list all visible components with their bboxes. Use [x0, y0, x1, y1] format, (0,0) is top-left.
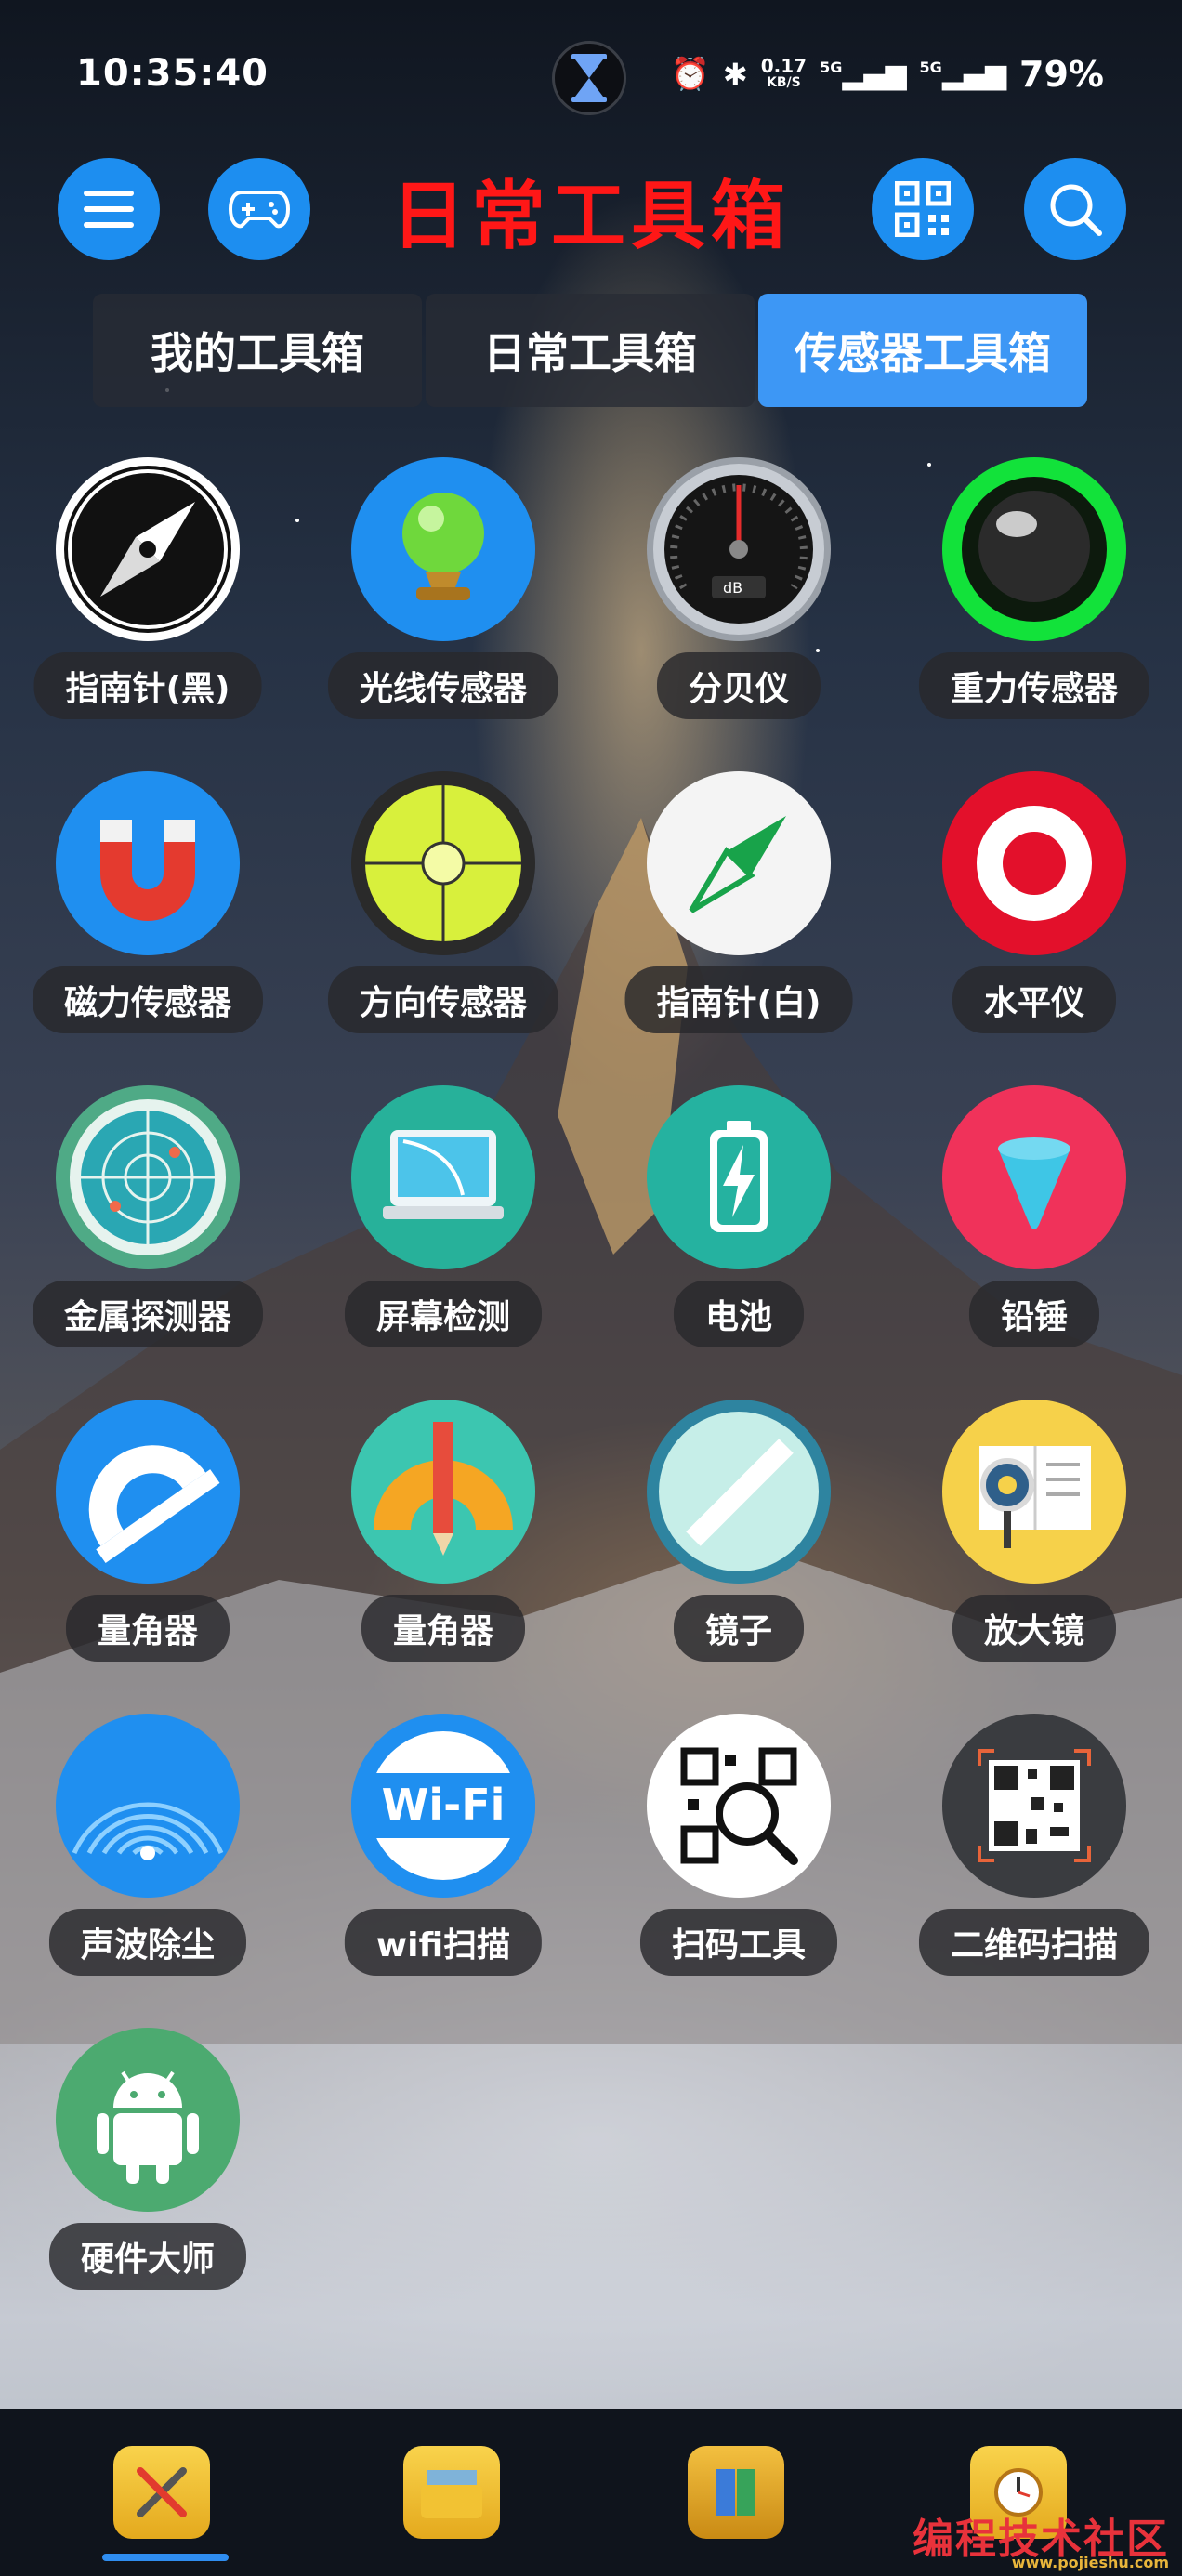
tool-orientation-sensor[interactable]: 方向传感器: [296, 771, 591, 1050]
watermark-url: www.pojieshu.com: [1011, 2554, 1169, 2571]
tool-label: 声波除尘: [48, 1909, 247, 1976]
dock-active-indicator: [102, 2554, 229, 2561]
tool-light-sensor[interactable]: 光线传感器: [296, 457, 591, 736]
tool-qr-scan[interactable]: 二维码扫描: [886, 1714, 1182, 1992]
plumb-bob-icon: [942, 1085, 1126, 1269]
tool-scan-code[interactable]: 扫码工具: [591, 1714, 886, 1992]
gravity-ball-icon: [942, 457, 1126, 641]
tool-metal-detector[interactable]: 金属探测器: [0, 1085, 296, 1364]
compass-black-icon: [56, 457, 240, 641]
tool-label: 硬件大师: [48, 2223, 247, 2290]
target-level-icon: [942, 771, 1126, 955]
tool-label: 指南针(白): [624, 966, 853, 1033]
decibel-gauge-icon: dB: [647, 457, 831, 641]
tool-label: 扫码工具: [639, 1909, 838, 1976]
qr-scan-icon: [942, 1714, 1126, 1898]
sound-wave-icon: [56, 1714, 240, 1898]
tool-label: wifi扫描: [344, 1909, 543, 1976]
tool-hardware-master[interactable]: 硬件大师: [0, 2028, 296, 2307]
wifi-icon: Wi-Fi: [351, 1714, 535, 1898]
tool-label: 放大镜: [952, 1595, 1117, 1662]
tool-label: 磁力传感器: [32, 966, 264, 1033]
tool-label: 分贝仪: [656, 652, 821, 719]
wifi-text: Wi-Fi: [382, 1780, 506, 1830]
tool-label: 光线传感器: [327, 652, 559, 719]
magnifier-book-icon: [942, 1400, 1126, 1584]
battery-icon: [647, 1085, 831, 1269]
crosshair-level-icon: [351, 771, 535, 955]
tool-protractor-2[interactable]: 量角器: [296, 1400, 591, 1678]
tool-protractor-1[interactable]: 量角器: [0, 1400, 296, 1678]
tool-grid: 指南针(黑) 光线传感器 dB 分贝仪 重力传感器 磁力传感器 方向传感器 指南…: [0, 0, 1182, 2576]
tool-label: 屏幕检测: [344, 1281, 543, 1347]
photos-folder-icon[interactable]: [403, 2446, 500, 2539]
tool-label: 二维码扫描: [918, 1909, 1150, 1976]
tool-spirit-level[interactable]: 水平仪: [886, 771, 1182, 1050]
protractor-pencil-icon: [351, 1400, 535, 1584]
tool-label: 铅锤: [968, 1281, 1100, 1347]
tool-mirror[interactable]: 镜子: [591, 1400, 886, 1678]
tool-sonic-dust[interactable]: 声波除尘: [0, 1714, 296, 1992]
tool-plumb-bob[interactable]: 铅锤: [886, 1085, 1182, 1364]
tool-label: 水平仪: [952, 966, 1117, 1033]
protractor-icon: [56, 1400, 240, 1584]
tool-label: 方向传感器: [327, 966, 559, 1033]
scan-qr-icon: [647, 1714, 831, 1898]
tool-wifi-scan[interactable]: Wi-Fi wifi扫描: [296, 1714, 591, 1992]
tool-screen-test[interactable]: 屏幕检测: [296, 1085, 591, 1364]
tools-folder-icon[interactable]: [113, 2446, 210, 2539]
android-icon: [56, 2028, 240, 2212]
tool-battery[interactable]: 电池: [591, 1085, 886, 1364]
tool-label: 金属探测器: [32, 1281, 264, 1347]
compass-white-icon: [647, 771, 831, 955]
radar-icon: [56, 1085, 240, 1269]
tool-label: 镜子: [673, 1595, 805, 1662]
magnet-icon: [56, 771, 240, 955]
tool-magnetic-sensor[interactable]: 磁力传感器: [0, 771, 296, 1050]
tool-decibel-meter[interactable]: dB 分贝仪: [591, 457, 886, 736]
tool-compass-black[interactable]: 指南针(黑): [0, 457, 296, 736]
tool-gravity-sensor[interactable]: 重力传感器: [886, 457, 1182, 736]
tool-magnifier[interactable]: 放大镜: [886, 1400, 1182, 1678]
monitor-icon: [351, 1085, 535, 1269]
apps-folder-icon[interactable]: [688, 2446, 784, 2539]
tool-label: 量角器: [361, 1595, 526, 1662]
tool-label: 重力传感器: [918, 652, 1150, 719]
tool-label: 指南针(黑): [33, 652, 262, 719]
gauge-unit: dB: [723, 579, 742, 597]
tool-label: 量角器: [65, 1595, 230, 1662]
mirror-icon: [647, 1400, 831, 1584]
tool-label: 电池: [673, 1281, 805, 1347]
crystal-ball-icon: [351, 457, 535, 641]
tool-compass-white[interactable]: 指南针(白): [591, 771, 886, 1050]
